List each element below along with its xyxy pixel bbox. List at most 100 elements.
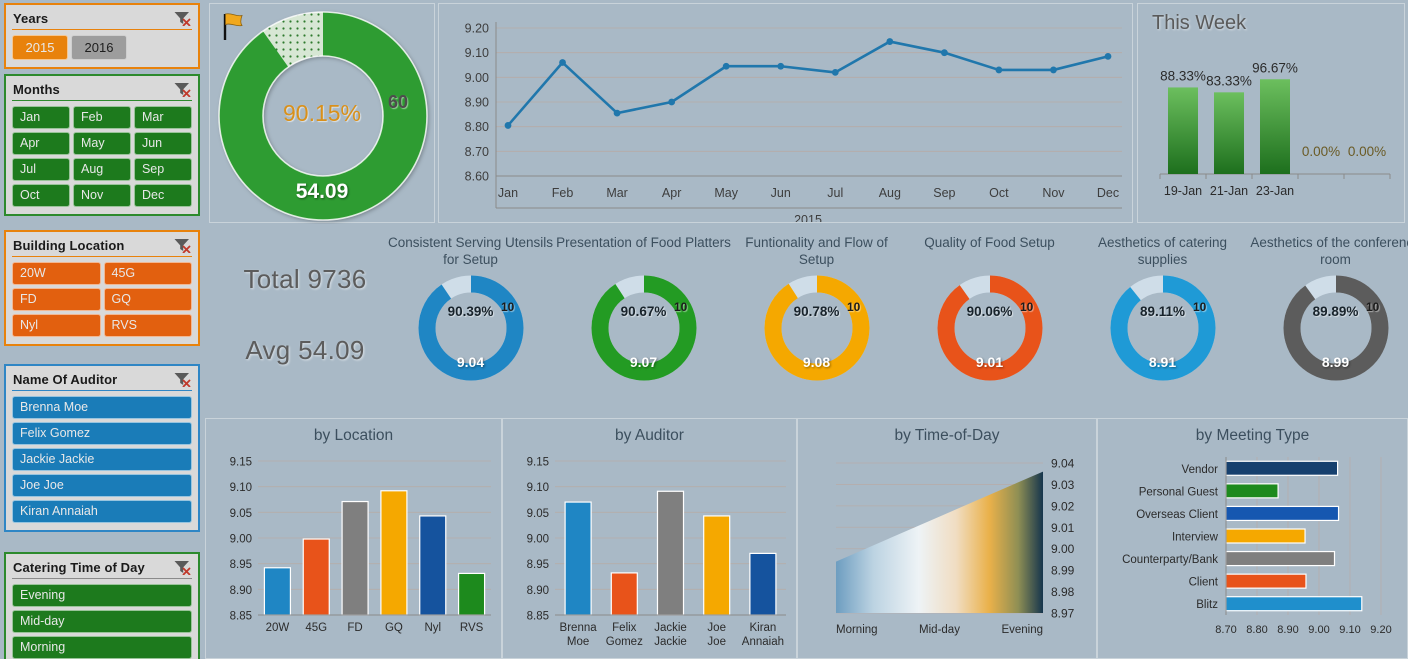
- svg-text:45G: 45G: [305, 622, 327, 634]
- kpi-donut-1: Consistent Serving Utensils for Setup 90.…: [383, 232, 558, 414]
- svg-text:Joe: Joe: [707, 622, 726, 634]
- slicer-items: Jan Feb Mar Apr May Jun Jul Aug Sep Oct Nov Dec: [12, 106, 192, 207]
- by-location-svg: 8.85 8.90 8.95 9.00 9.05 9.10 9.15 20W 45G FD GQ Ny…: [230, 457, 491, 634]
- overall-value-label: 54.09: [295, 180, 349, 203]
- slicer-sidebar: Years 2015 2016 Months Jan Feb Mar Apr May Jun J…: [0, 0, 205, 659]
- slicer-item-sep[interactable]: Sep: [133, 158, 192, 181]
- slicer-item-45g[interactable]: 45G: [103, 262, 192, 285]
- svg-text:May: May: [714, 186, 738, 200]
- svg-text:9.10: 9.10: [1339, 624, 1360, 636]
- slicer-item-2015[interactable]: 2015: [12, 35, 68, 60]
- clear-filter-icon[interactable]: [173, 371, 191, 387]
- slicer-item-rvs[interactable]: RVS: [103, 314, 192, 337]
- svg-text:Counterparty/Bank: Counterparty/Bank: [1122, 554, 1218, 566]
- total-label: Total 9736: [243, 264, 367, 294]
- kpi-max-label: 10: [847, 300, 861, 314]
- svg-text:Jackie: Jackie: [654, 622, 687, 634]
- svg-text:9.10: 9.10: [527, 482, 549, 494]
- slicer-header: Name Of Auditor: [12, 370, 192, 390]
- kpi-percent-label: 90.67%: [620, 304, 667, 319]
- monthly-trend-svg: 8.60 8.70 8.80 8.90 9.00 9.10 9.20 Jan Feb Mar Apr…: [465, 22, 1122, 227]
- dashboard-root: Years 2015 2016 Months Jan Feb Mar Apr May Jun J…: [0, 0, 1408, 659]
- slicer-title: Catering Time of Day: [13, 559, 145, 575]
- slicer-years: Years 2015 2016: [4, 3, 200, 69]
- slicer-divider: [12, 29, 192, 30]
- slicer-title: Months: [13, 81, 60, 97]
- svg-text:FD: FD: [347, 622, 362, 634]
- bottom-charts-row: by Location 8.85 8.90 8.95 9.00 9.05 9.10 9.15…: [205, 418, 1408, 659]
- overall-score-gauge-panel: 90.15% 54.09 60: [209, 3, 435, 223]
- slicer-title: Years: [13, 10, 49, 26]
- svg-text:9.02: 9.02: [1051, 499, 1075, 513]
- slicer-item-nov[interactable]: Nov: [72, 184, 131, 207]
- slicer-item-jun[interactable]: Jun: [133, 132, 192, 155]
- slicer-item-evening[interactable]: Evening: [12, 584, 192, 607]
- svg-text:Mar: Mar: [606, 186, 628, 200]
- svg-text:9.00: 9.00: [527, 534, 549, 546]
- svg-text:8.97: 8.97: [1051, 607, 1075, 621]
- svg-text:Apr: Apr: [662, 186, 681, 200]
- svg-text:9.05: 9.05: [527, 508, 549, 520]
- slicer-item-nyl[interactable]: Nyl: [12, 314, 101, 337]
- svg-text:9.10: 9.10: [230, 482, 252, 494]
- kpi-title: Aesthetics of catering supplies: [1097, 235, 1228, 267]
- slicer-item-apr[interactable]: Apr: [12, 132, 70, 155]
- svg-text:Jan: Jan: [498, 186, 518, 200]
- slicer-item-mid-day[interactable]: Mid-day: [12, 610, 192, 633]
- svg-text:Moe: Moe: [567, 636, 589, 648]
- svg-text:8.90: 8.90: [465, 96, 489, 110]
- svg-text:Dec: Dec: [1097, 186, 1119, 200]
- slicer-item-felix-gomez[interactable]: Felix Gomez: [12, 422, 192, 445]
- kpi-percent-label: 90.06%: [966, 304, 1013, 319]
- slicer-item-morning[interactable]: Morning: [12, 636, 192, 659]
- slicer-item-oct[interactable]: Oct: [12, 184, 70, 207]
- svg-text:9.00: 9.00: [1308, 624, 1329, 636]
- kpi-max-label: 10: [674, 300, 688, 314]
- kpi-donut-2: Presentation of Food Platters 90.67% 9.07 1…: [556, 232, 731, 414]
- clear-filter-icon[interactable]: [173, 10, 191, 26]
- slicer-item-mar[interactable]: Mar: [133, 106, 192, 129]
- slicer-item-jan[interactable]: Jan: [12, 106, 70, 129]
- kpi-percent-label: 90.78%: [793, 304, 840, 319]
- kpi-donut-3: Funtionality and Flow of Setup 90.78% 9.08…: [729, 232, 904, 414]
- slicer-item-2016[interactable]: 2016: [71, 35, 127, 60]
- slicer-item-jul[interactable]: Jul: [12, 158, 70, 181]
- overall-max-label: 60: [388, 92, 409, 112]
- slicer-name-of-auditor: Name Of Auditor Brenna Moe Felix Gomez Jac…: [4, 364, 200, 532]
- slicer-item-may[interactable]: May: [72, 132, 131, 155]
- svg-text:Aug: Aug: [879, 186, 901, 200]
- slicer-item-dec[interactable]: Dec: [133, 184, 192, 207]
- svg-text:Personal Guest: Personal Guest: [1139, 486, 1219, 498]
- clear-filter-icon[interactable]: [173, 559, 191, 575]
- slicer-item-joe-joe[interactable]: Joe Joe: [12, 474, 192, 497]
- svg-text:Joe: Joe: [707, 636, 726, 648]
- svg-text:2015: 2015: [794, 213, 822, 222]
- kpi-max-label: 10: [501, 300, 515, 314]
- slicer-item-jackie-jackie[interactable]: Jackie Jackie: [12, 448, 192, 471]
- golf-flag-icon: [218, 10, 248, 44]
- svg-text:8.90: 8.90: [527, 585, 549, 597]
- kpi-donut-5: Aesthetics of catering supplies 89.11% 8.9…: [1075, 232, 1250, 414]
- slicer-item-20w[interactable]: 20W: [12, 262, 101, 285]
- slicer-item-aug[interactable]: Aug: [72, 158, 131, 181]
- kpi-donut-4: Quality of Food Setup 90.06% 9.01 10: [902, 232, 1077, 414]
- this-week-chart-panel: This Week 88.33% 19-Jan 83.33% 21-Jan 96.67%…: [1137, 3, 1405, 223]
- slicer-item-fd[interactable]: FD: [12, 288, 101, 311]
- slicer-title: Building Location: [13, 237, 125, 253]
- svg-text:9.04: 9.04: [1051, 457, 1075, 471]
- by-meeting-type-svg: 8.70 8.80 8.90 9.00 9.10 9.20 Vendor Personal G…: [1122, 457, 1392, 636]
- clear-filter-icon[interactable]: [173, 237, 191, 253]
- slicer-item-brenna-moe[interactable]: Brenna Moe: [12, 396, 192, 419]
- svg-text:0.00%: 0.00%: [1348, 144, 1386, 159]
- slicer-item-gq[interactable]: GQ: [103, 288, 192, 311]
- svg-text:8.85: 8.85: [230, 611, 252, 623]
- slicer-item-feb[interactable]: Feb: [72, 106, 131, 129]
- clear-filter-icon[interactable]: [173, 81, 191, 97]
- svg-text:Feb: Feb: [552, 186, 574, 200]
- by-auditor-chart-panel: by Auditor 8.85 8.90 8.95 9.00 9.05 9.10 9.15 B…: [502, 418, 797, 659]
- slicer-divider: [12, 100, 192, 101]
- slicer-item-kiran-annaiah[interactable]: Kiran Annaiah: [12, 500, 192, 523]
- svg-text:9.15: 9.15: [527, 457, 549, 469]
- kpi-max-label: 10: [1366, 300, 1380, 314]
- svg-text:Interview: Interview: [1172, 532, 1219, 544]
